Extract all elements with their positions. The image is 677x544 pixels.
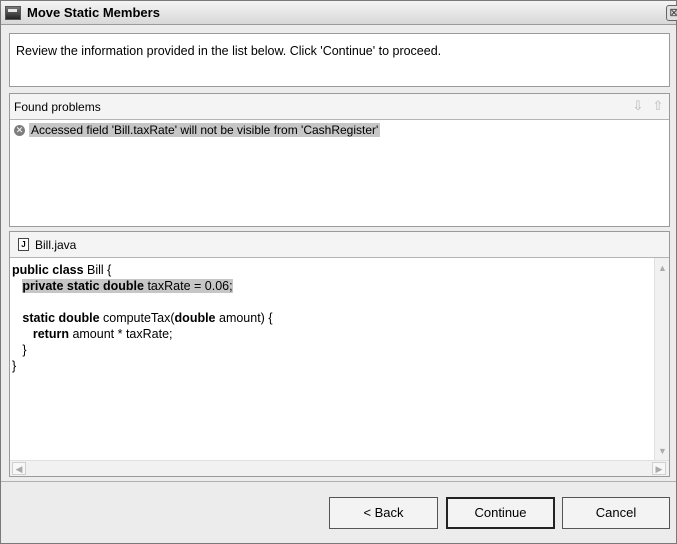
code-keyword: static double: [22, 311, 100, 325]
code-text: }: [12, 343, 27, 357]
code-line: static double computeTax(double amount) …: [12, 310, 653, 326]
scroll-down-icon[interactable]: ▼: [656, 445, 669, 458]
description-panel: Review the information provided in the l…: [9, 33, 670, 87]
code-text: computeTax(: [99, 311, 175, 325]
description-text: Review the information provided in the l…: [16, 44, 442, 58]
code-text: taxRate = 0.06;: [143, 279, 233, 293]
source-preview-panel: J Bill.java public class Bill { private …: [9, 231, 670, 477]
source-filename: Bill.java: [35, 237, 77, 252]
code-line: return amount * taxRate;: [12, 326, 653, 342]
code-text: amount * taxRate;: [68, 327, 173, 341]
code-keyword: double: [174, 311, 216, 325]
code-keyword: return: [32, 327, 69, 341]
code-line: }: [12, 358, 653, 374]
code-line: }: [12, 342, 653, 358]
code-line: public class Bill {: [12, 262, 653, 278]
problem-text: Accessed field 'Bill.taxRate' will not b…: [29, 123, 381, 137]
move-static-members-dialog: Move Static Members ⊠ Review the informa…: [0, 0, 677, 544]
code-text: Bill {: [83, 263, 112, 277]
cancel-button[interactable]: Cancel: [562, 497, 670, 529]
scroll-left-icon[interactable]: ◀: [12, 462, 26, 475]
previous-problem-icon[interactable]: ⇧: [651, 99, 665, 113]
code-text: amount) {: [215, 311, 273, 325]
found-problems-panel: Found problems ⇩ ⇧ ✕ Accessed field 'Bil…: [9, 93, 670, 227]
dialog-title: Move Static Members: [27, 5, 160, 20]
java-file-icon: J: [18, 238, 29, 251]
scroll-up-icon[interactable]: ▲: [656, 262, 669, 275]
vertical-scrollbar[interactable]: ▲ ▼: [654, 258, 669, 460]
close-icon[interactable]: ⊠: [666, 5, 677, 21]
code-keyword: public class: [12, 263, 84, 277]
app-icon: [5, 5, 21, 20]
continue-button[interactable]: Continue: [446, 497, 555, 529]
error-icon: ✕: [14, 124, 25, 136]
scroll-right-icon[interactable]: ▶: [652, 462, 666, 475]
source-header: J Bill.java: [10, 232, 669, 258]
button-bar-divider: [1, 481, 676, 482]
back-button[interactable]: < Back: [329, 497, 438, 529]
source-code-viewer[interactable]: public class Bill { private static doubl…: [10, 258, 655, 460]
code-keyword: private static double: [22, 279, 144, 293]
problem-list-item[interactable]: ✕ Accessed field 'Bill.taxRate' will not…: [10, 120, 669, 140]
title-bar[interactable]: Move Static Members ⊠: [1, 1, 677, 25]
code-text: }: [12, 359, 17, 373]
problems-header-label: Found problems: [14, 99, 101, 114]
horizontal-scrollbar[interactable]: ◀ ▶: [10, 460, 669, 476]
next-problem-icon[interactable]: ⇩: [631, 99, 645, 113]
code-line: private static double taxRate = 0.06;: [12, 278, 653, 294]
problems-header: Found problems ⇩ ⇧: [10, 94, 669, 120]
